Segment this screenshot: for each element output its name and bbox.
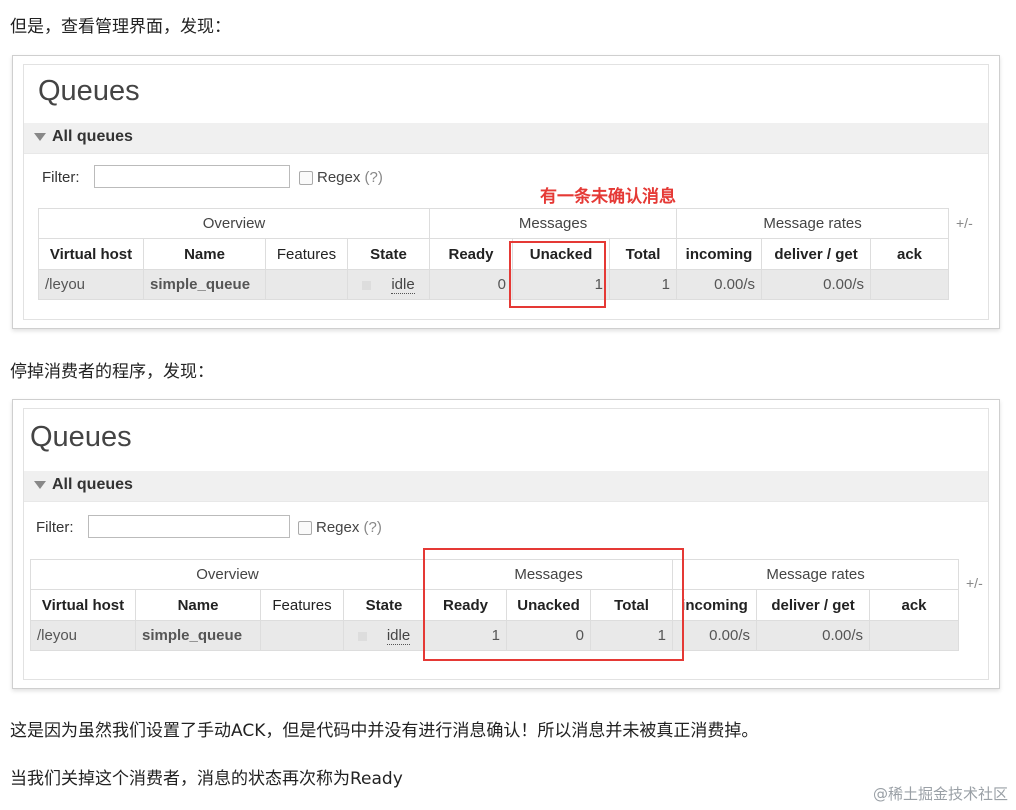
- col-state[interactable]: State: [346, 238, 431, 270]
- col-ready[interactable]: Ready: [429, 238, 514, 270]
- collapse-triangle-icon: [34, 133, 46, 141]
- article-paragraph-2: 停掉消费者的程序，发现：: [10, 362, 214, 382]
- queues-table: Overview Messages Message rates Virtual …: [37, 208, 950, 300]
- col-total[interactable]: Total: [609, 238, 678, 270]
- all-queues-toggle[interactable]: All queues: [24, 123, 988, 154]
- collapse-triangle-icon: [34, 481, 46, 489]
- col-deliver-get[interactable]: deliver / get: [756, 589, 871, 621]
- article-paragraph-3: 这是因为虽然我们设置了手动ACK，但是代码中并没有进行消息确认！所以消息并未被真…: [10, 721, 759, 741]
- group-overview: Overview: [29, 559, 426, 590]
- article-paragraph-4: 当我们关掉这个消费者，消息的状态再次称为Ready: [10, 769, 403, 789]
- columns-toggle[interactable]: +/-: [956, 215, 973, 231]
- watermark: @稀土掘金技术社区: [872, 785, 1008, 803]
- section-title: All queues: [52, 128, 133, 145]
- col-state[interactable]: State: [342, 589, 426, 621]
- filter-label: Filter:: [36, 519, 74, 536]
- cell-features: [260, 620, 344, 651]
- filter-input[interactable]: [94, 165, 290, 188]
- col-virtual-host[interactable]: Virtual host: [38, 238, 144, 270]
- cell-ack: [869, 620, 960, 651]
- filter-input[interactable]: [88, 515, 290, 538]
- col-incoming[interactable]: incoming: [672, 589, 758, 621]
- regex-label: Regex (?): [317, 169, 383, 186]
- group-message-rates: Message rates: [676, 208, 950, 239]
- annotation-text: 有一条未确认消息: [540, 187, 676, 207]
- columns-toggle[interactable]: +/-: [966, 575, 983, 591]
- highlight-box-messages: [423, 548, 684, 661]
- cell-ready: 0: [429, 269, 514, 300]
- group-messages: Messages: [429, 208, 678, 239]
- article-paragraph-1: 但是，查看管理界面，发现：: [10, 17, 231, 37]
- cell-deliver-get: 0.00/s: [756, 620, 871, 651]
- cell-features: [265, 269, 348, 300]
- group-overview: Overview: [37, 208, 431, 239]
- page-title: Queues: [38, 75, 140, 107]
- state-text: idle: [391, 276, 415, 294]
- cell-incoming: 0.00/s: [672, 620, 758, 651]
- cell-vhost: /leyou: [38, 269, 144, 300]
- queues-screenshot-before: Queues All queues Filter: Regex (?) +/- …: [12, 55, 1000, 329]
- state-text: idle: [386, 627, 411, 645]
- regex-help-link[interactable]: (?): [364, 519, 382, 536]
- all-queues-toggle[interactable]: All queues: [24, 471, 988, 502]
- cell-ack: [870, 269, 950, 300]
- col-name[interactable]: Name: [143, 238, 266, 270]
- group-message-rates: Message rates: [672, 559, 960, 590]
- regex-checkbox[interactable]: [298, 521, 312, 535]
- col-features[interactable]: Features: [265, 238, 348, 270]
- filter-label: Filter:: [42, 169, 80, 186]
- regex-text: Regex: [316, 519, 360, 536]
- state-indicator-icon: [357, 631, 367, 641]
- col-virtual-host[interactable]: Virtual host: [30, 589, 136, 621]
- queues-panel: Queues All queues Filter: Regex (?) +/- …: [23, 64, 989, 320]
- col-ack[interactable]: ack: [869, 589, 960, 621]
- cell-total: 1: [609, 269, 678, 300]
- col-ack[interactable]: ack: [870, 238, 950, 270]
- regex-label: Regex (?): [316, 519, 382, 536]
- state-indicator-icon: [362, 280, 372, 290]
- cell-incoming: 0.00/s: [676, 269, 763, 300]
- cell-state: idle: [342, 620, 426, 651]
- queue-name-link[interactable]: simple_queue: [135, 620, 261, 651]
- cell-vhost: /leyou: [30, 620, 136, 651]
- regex-checkbox[interactable]: [299, 171, 313, 185]
- cell-state: idle: [346, 269, 431, 300]
- section-title: All queues: [52, 476, 133, 493]
- regex-text: Regex: [317, 169, 361, 186]
- col-incoming[interactable]: incoming: [676, 238, 763, 270]
- cell-deliver-get: 0.00/s: [761, 269, 872, 300]
- col-deliver-get[interactable]: deliver / get: [761, 238, 872, 270]
- col-features[interactable]: Features: [260, 589, 344, 621]
- col-name[interactable]: Name: [135, 589, 261, 621]
- highlight-box-unacked: [509, 241, 606, 308]
- page-title: Queues: [30, 421, 132, 453]
- queue-name-link[interactable]: simple_queue: [143, 269, 266, 300]
- table-row[interactable]: /leyou simple_queue idle 0 1 1 0.00/s 0.…: [38, 269, 950, 300]
- regex-help-link[interactable]: (?): [365, 169, 383, 186]
